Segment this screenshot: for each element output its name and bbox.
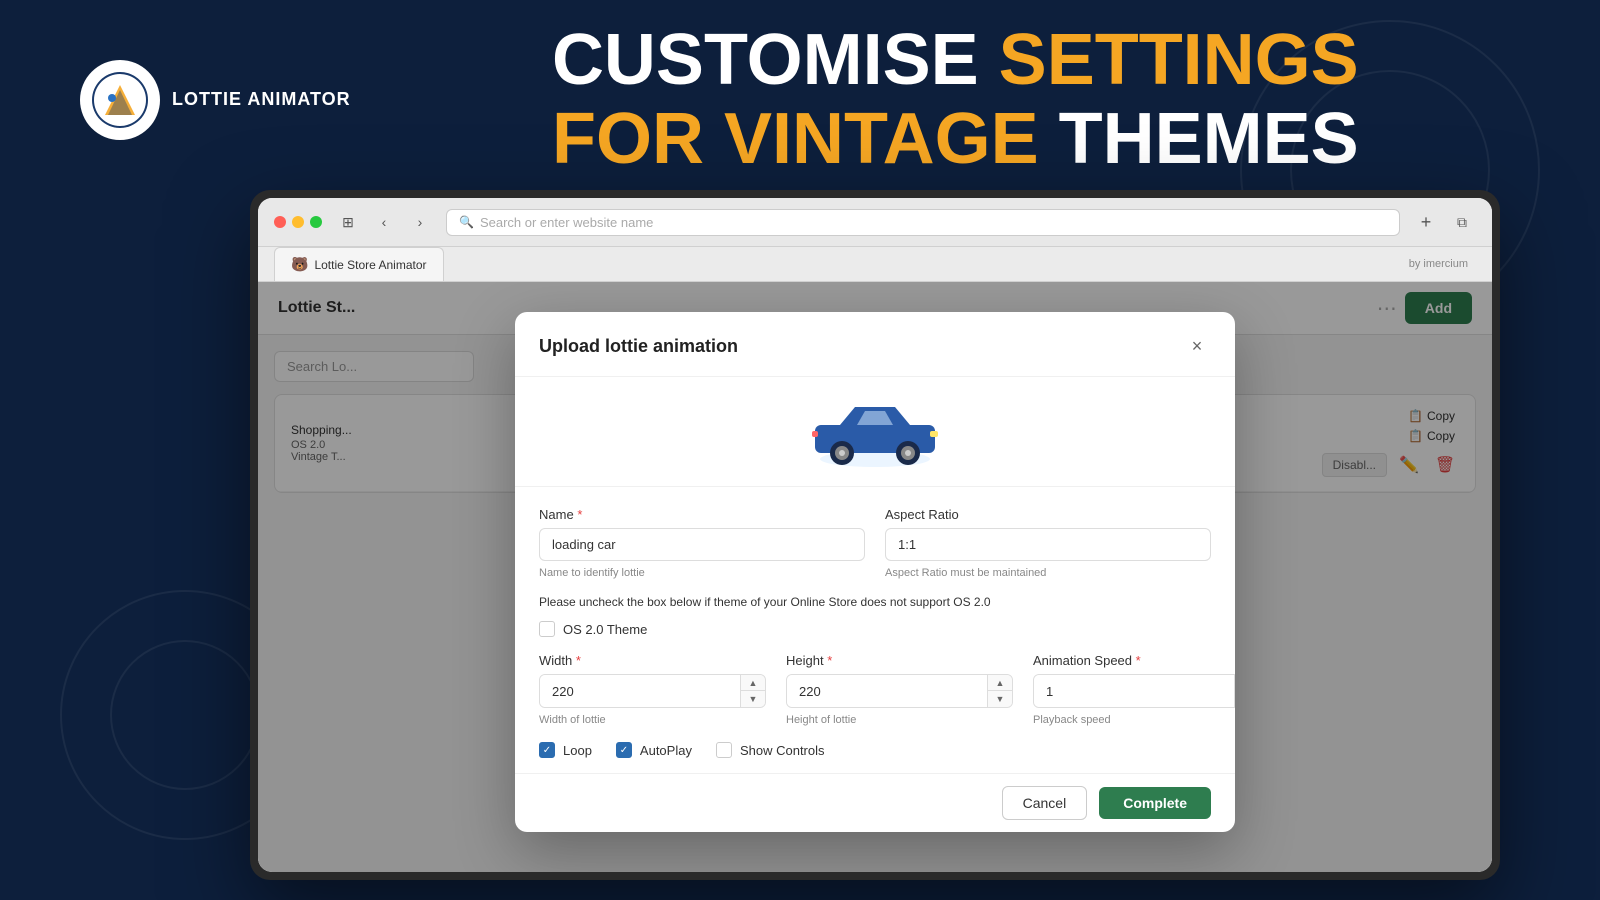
bg-circle-4 — [110, 640, 260, 790]
complete-button[interactable]: Complete — [1099, 787, 1211, 819]
width-group: Width * ▲ ▼ Width of lottie — [539, 653, 766, 726]
width-up[interactable]: ▲ — [741, 675, 765, 691]
logo: LOTTIE ANIMATOR — [80, 60, 351, 140]
tl-green[interactable] — [310, 216, 322, 228]
tab-label: Lottie Store Animator — [314, 258, 426, 272]
name-input[interactable] — [539, 528, 865, 561]
width-hint: Width of lottie — [539, 714, 766, 726]
autoplay-label: AutoPlay — [640, 743, 692, 758]
browser-window: ⊞ ‹ › 🔍 Search or enter website name + ⧉… — [258, 198, 1492, 872]
browser-content: Lottie St... ⋯ Add Search Lo... Shopping… — [258, 282, 1492, 872]
browser-controls: ⊞ ‹ › — [334, 208, 434, 236]
browser-actions: + ⧉ — [1412, 208, 1476, 236]
address-bar[interactable]: 🔍 Search or enter website name — [446, 209, 1400, 236]
page-header: LOTTIE ANIMATOR CUSTOMISE SETTINGS FOR V… — [0, 0, 1600, 200]
dimensions-row: Width * ▲ ▼ Width of lottie — [539, 653, 1211, 726]
speed-stepper: ▲ ▼ — [1033, 674, 1235, 708]
os2-checkbox-row: OS 2.0 Theme — [539, 621, 1211, 637]
laptop-frame: ⊞ ‹ › 🔍 Search or enter website name + ⧉… — [250, 190, 1500, 880]
autoplay-checkbox-row: ✓ AutoPlay — [616, 742, 692, 758]
header-title: CUSTOMISE SETTINGS FOR VINTAGE THEMES — [391, 21, 1520, 179]
modal-header: Upload lottie animation × — [515, 312, 1235, 377]
height-label: Height * — [786, 653, 1013, 668]
loop-checkbox[interactable]: ✓ — [539, 742, 555, 758]
options-checkboxes-row: ✓ Loop ✓ AutoPlay Show Controls — [539, 742, 1211, 773]
show-controls-checkbox[interactable] — [716, 742, 732, 758]
address-text: Search or enter website name — [480, 215, 653, 230]
height-steppers: ▲ ▼ — [987, 675, 1012, 707]
aspect-ratio-label: Aspect Ratio — [885, 507, 1211, 522]
speed-hint: Playback speed — [1033, 714, 1235, 726]
name-aspect-row: Name * Name to identify lottie Aspect Ra… — [539, 507, 1211, 579]
name-label: Name * — [539, 507, 865, 522]
os2-checkbox[interactable] — [539, 621, 555, 637]
aspect-ratio-group: Aspect Ratio Aspect Ratio must be mainta… — [885, 507, 1211, 579]
sidebar-toggle-icon[interactable]: ⊞ — [334, 208, 362, 236]
traffic-lights — [274, 216, 322, 228]
title-line2-orange: FOR VINTAGE — [552, 99, 1039, 179]
speed-input[interactable] — [1034, 675, 1234, 707]
height-group: Height * ▲ ▼ Height of lottie — [786, 653, 1013, 726]
show-controls-label: Show Controls — [740, 743, 825, 758]
tl-yellow[interactable] — [292, 216, 304, 228]
width-input[interactable] — [540, 675, 740, 707]
speed-steppers: ▲ ▼ — [1234, 675, 1235, 707]
tab-by: by imercium — [1409, 258, 1476, 270]
title-line1-white: CUSTOMISE — [552, 20, 999, 100]
cancel-button[interactable]: Cancel — [1002, 786, 1088, 820]
forward-icon[interactable]: › — [406, 208, 434, 236]
os2-notice: Please uncheck the box below if theme of… — [539, 595, 1211, 609]
upload-modal: Upload lottie animation × — [515, 312, 1235, 832]
loop-checkbox-row: ✓ Loop — [539, 742, 592, 758]
tl-red[interactable] — [274, 216, 286, 228]
browser-chrome: ⊞ ‹ › 🔍 Search or enter website name + ⧉ — [258, 198, 1492, 247]
modal-title: Upload lottie animation — [539, 336, 738, 357]
width-label: Width * — [539, 653, 766, 668]
modal-body: Name * Name to identify lottie Aspect Ra… — [515, 487, 1235, 773]
active-tab[interactable]: 🐻 Lottie Store Animator — [274, 247, 444, 281]
name-group: Name * Name to identify lottie — [539, 507, 865, 579]
logo-text: LOTTIE ANIMATOR — [172, 89, 351, 111]
width-down[interactable]: ▼ — [741, 691, 765, 707]
car-animation — [800, 397, 950, 467]
show-controls-checkbox-row: Show Controls — [716, 742, 825, 758]
height-input[interactable] — [787, 675, 987, 707]
back-icon[interactable]: ‹ — [370, 208, 398, 236]
modal-footer: Cancel Complete — [515, 773, 1235, 832]
width-stepper: ▲ ▼ — [539, 674, 766, 708]
tab-favicon: 🐻 — [291, 256, 308, 273]
title-line2-white: THEMES — [1039, 99, 1359, 179]
width-steppers: ▲ ▼ — [740, 675, 765, 707]
search-icon: 🔍 — [459, 215, 474, 229]
height-stepper: ▲ ▼ — [786, 674, 1013, 708]
height-down[interactable]: ▼ — [988, 691, 1012, 707]
height-up[interactable]: ▲ — [988, 675, 1012, 691]
car-svg — [800, 397, 950, 467]
loop-label: Loop — [563, 743, 592, 758]
autoplay-checkbox[interactable]: ✓ — [616, 742, 632, 758]
title-line1-orange: SETTINGS — [999, 20, 1359, 100]
height-hint: Height of lottie — [786, 714, 1013, 726]
aspect-ratio-hint: Aspect Ratio must be maintained — [885, 567, 1211, 579]
speed-group: Animation Speed * ▲ ▼ Playback speed — [1033, 653, 1235, 726]
copy-tab-icon[interactable]: ⧉ — [1448, 208, 1476, 236]
logo-icon — [80, 60, 160, 140]
os2-label: OS 2.0 Theme — [563, 622, 647, 637]
close-icon[interactable]: × — [1183, 332, 1211, 360]
modal-overlay: Upload lottie animation × — [258, 282, 1492, 872]
animation-preview — [515, 377, 1235, 487]
browser-tabs: 🐻 Lottie Store Animator by imercium — [258, 247, 1492, 282]
aspect-ratio-input[interactable] — [885, 528, 1211, 561]
name-hint: Name to identify lottie — [539, 567, 865, 579]
new-tab-icon[interactable]: + — [1412, 208, 1440, 236]
speed-label: Animation Speed * — [1033, 653, 1235, 668]
